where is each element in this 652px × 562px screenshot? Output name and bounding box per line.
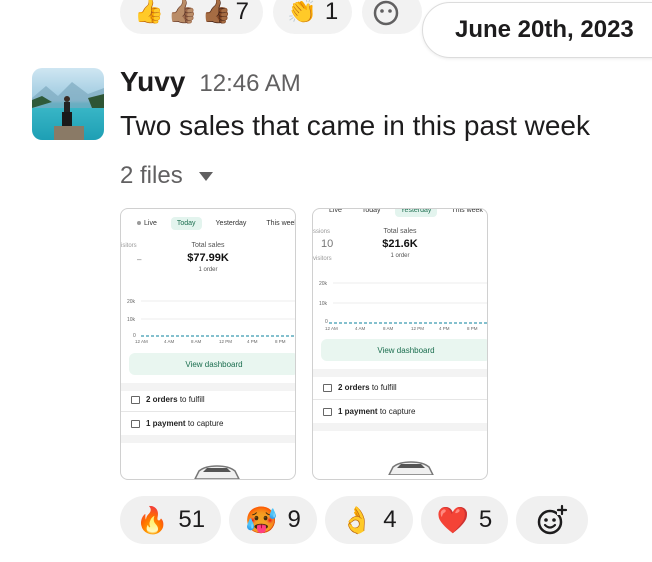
file-thumbnail-2[interactable]: Live Today Yesterday This week ssions 10… xyxy=(312,208,488,480)
orders-count: 1 order xyxy=(390,253,410,259)
tab-this-week: This week xyxy=(451,208,483,214)
add-reaction-button[interactable] xyxy=(516,496,589,544)
tab-today: Today xyxy=(361,208,381,214)
thumbs-up-dark-emoji: 👍🏾 xyxy=(201,0,232,25)
add-reaction-icon xyxy=(538,504,568,535)
x-tick-label: 12 PM xyxy=(411,326,424,331)
y-tick-label: 10k xyxy=(319,301,328,307)
tab-this-week: This week xyxy=(266,220,296,227)
x-tick-label: 4 PM xyxy=(439,326,450,331)
divider xyxy=(313,399,487,400)
red-heart-emoji: ❤️ xyxy=(436,505,469,535)
add-reaction-icon xyxy=(374,0,399,26)
caret-down-icon xyxy=(198,171,213,181)
reaction-fire[interactable]: 🔥 51 xyxy=(120,496,222,544)
divider xyxy=(121,411,295,412)
total-sales-stat: Total sales $77.99K 1 order xyxy=(121,242,295,273)
fire-emoji: 🔥 xyxy=(136,505,169,535)
x-tick-label: 12 AM xyxy=(135,339,148,344)
dashboard-tabs: Live Today Yesterday This week xyxy=(323,208,487,217)
x-tick-label: 12 PM xyxy=(219,339,232,344)
x-tick-label: 12 AM xyxy=(325,326,338,331)
x-tick-label: 8 AM xyxy=(191,339,202,344)
y-tick-label: 20k xyxy=(127,299,136,305)
hot-face-emoji: 🥵 xyxy=(245,505,278,535)
y-tick-label: 10k xyxy=(127,317,136,323)
sender-name[interactable]: Yuvy xyxy=(120,66,185,98)
x-tick-label: 8 AM xyxy=(383,326,394,331)
tab-yesterday: Yesterday xyxy=(215,220,247,227)
car-image xyxy=(194,465,240,479)
payment-to-capture: 1 payment to capture xyxy=(323,407,415,416)
total-sales-stat: Total sales $21.6K 1 order xyxy=(313,228,487,259)
orders-count: 1 order xyxy=(198,267,218,273)
inbox-icon xyxy=(323,383,332,392)
card-icon xyxy=(131,419,140,428)
reaction-count: 1 xyxy=(324,0,339,25)
add-reaction-button-partial[interactable] xyxy=(362,0,423,34)
x-tick-label: 4 PM xyxy=(247,339,258,344)
section-gap xyxy=(121,435,295,443)
message-reactions: 🔥 51 🥵 9 👌 4 ❤️ 5 xyxy=(120,496,589,544)
thumbs-up-emoji: 👍 xyxy=(134,0,164,25)
clap-emoji: 👏 xyxy=(287,0,317,25)
reaction-count: 51 xyxy=(178,506,206,533)
y-tick-label: 0 xyxy=(325,319,328,325)
x-tick-label: 4 AM xyxy=(355,326,366,331)
tab-yesterday: Yesterday xyxy=(394,209,438,217)
reaction-count: 9 xyxy=(287,506,301,533)
orders-to-fulfill: 2 orders to fulfill xyxy=(131,395,205,404)
reaction-hot-face[interactable]: 🥵 9 xyxy=(229,496,317,544)
car-image xyxy=(388,461,434,475)
x-tick-label: 4 AM xyxy=(164,339,175,344)
card-icon xyxy=(323,407,332,416)
tab-live: Live xyxy=(329,208,342,214)
reaction-red-heart[interactable]: ❤️ 5 xyxy=(420,496,509,544)
inbox-icon xyxy=(131,395,140,404)
tab-live: Live xyxy=(131,217,163,230)
reaction-count: 4 xyxy=(383,506,397,533)
payment-to-capture: 1 payment to capture xyxy=(131,419,223,428)
ok-hand-emoji: 👌 xyxy=(340,505,374,535)
reaction-thumbs-up[interactable]: 👍 👍🏽 👍🏾 7 xyxy=(120,0,264,34)
sales-chart: 20k 10k 0 12 AM 4 AM 8 AM 12 PM 4 PM 8 P… xyxy=(127,299,295,344)
x-tick-label: 8 PM xyxy=(467,326,478,331)
reaction-count: 5 xyxy=(478,506,493,533)
section-gap xyxy=(313,369,487,377)
date-divider[interactable]: June 20th, 2023 xyxy=(422,2,652,58)
view-dashboard-button: View dashboard xyxy=(321,339,487,361)
section-gap xyxy=(313,423,487,431)
total-sales-value: $21.6K xyxy=(382,238,418,250)
reaction-count: 7 xyxy=(235,0,250,25)
file-thumbnail-1[interactable]: Live Today Yesterday This week isitors –… xyxy=(120,208,296,480)
message-timestamp[interactable]: 12:46 AM xyxy=(199,70,300,98)
thumbs-up-medium-emoji: 👍🏽 xyxy=(167,0,198,25)
view-dashboard-button: View dashboard xyxy=(129,353,295,375)
x-tick-label: 8 PM xyxy=(275,339,286,344)
y-tick-label: 20k xyxy=(319,281,328,287)
total-sales-value: $77.99K xyxy=(187,252,229,264)
orders-to-fulfill: 2 orders to fulfill xyxy=(323,383,397,392)
total-sales-label: Total sales xyxy=(191,242,225,249)
files-label: 2 files xyxy=(120,162,183,189)
tab-today: Today xyxy=(170,217,202,230)
reaction-ok-hand[interactable]: 👌 4 xyxy=(324,496,413,544)
avatar[interactable] xyxy=(32,68,104,140)
total-sales-label: Total sales xyxy=(383,228,417,235)
section-gap xyxy=(121,383,295,391)
previous-message-reactions: 👍 👍🏽 👍🏾 7 👏 1 xyxy=(120,0,423,34)
message-header: Yuvy 12:46 AM xyxy=(120,66,301,98)
reaction-clap[interactable]: 👏 1 xyxy=(273,0,353,34)
dashboard-tabs: Live Today Yesterday This week xyxy=(131,217,296,230)
sales-chart: 20k 10k 0 12 AM 4 AM 8 AM 12 PM 4 PM 8 P… xyxy=(319,281,487,331)
message-text: Two sales that came in this past week xyxy=(120,110,590,141)
files-toggle[interactable]: 2 files xyxy=(120,162,213,190)
